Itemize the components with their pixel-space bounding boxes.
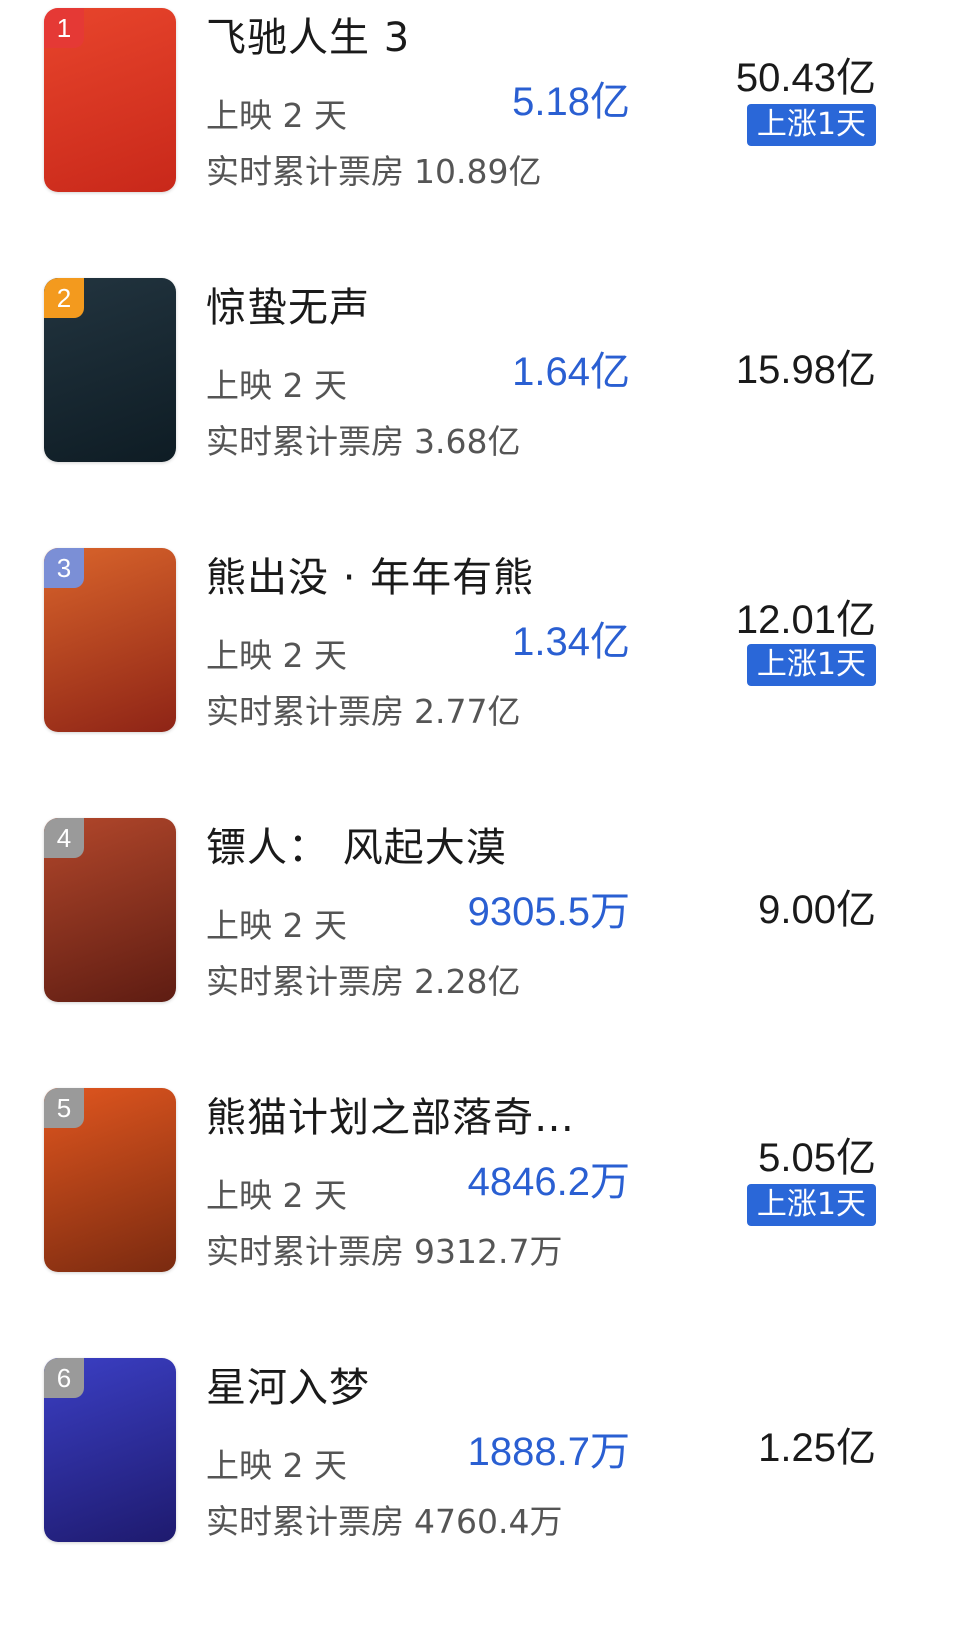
rank-badge: 4: [44, 818, 84, 858]
movie-title[interactable]: 星河入梦: [206, 1364, 370, 1412]
cumulative-label: 实时累计票房: [206, 152, 404, 191]
release-days: 上映 2 天: [206, 1446, 347, 1485]
box-office-ranking-list: 1 飞驰人生 3 上映 2 天实时累计票房 10.89亿 5.18亿 50.43亿 上涨1天…: [0, 0, 960, 1637]
cumulative-box-office: 实时累计票房 4760.4万: [206, 1502, 562, 1542]
cumulative-box-office: 实时累计票房 2.28亿: [206, 962, 520, 1002]
total-box-office: 1.25亿: [758, 1426, 876, 1470]
release-days: 上映 2 天: [206, 636, 347, 675]
cumulative-label: 实时累计票房: [206, 692, 404, 731]
movie-row[interactable]: 3 熊出没 · 年年有熊上映 2 天实时累计票房 2.77亿 1.34亿 12.01亿上…: [0, 540, 960, 740]
cumulative-label: 实时累计票房: [206, 422, 404, 461]
movie-poster[interactable]: 4: [44, 818, 176, 1002]
movie-row[interactable]: 1 飞驰人生 3 上映 2 天实时累计票房 10.89亿 5.18亿 50.43亿 上涨1天: [0, 0, 960, 200]
release-days: 上映 2 天: [206, 1176, 347, 1215]
daily-box-office: 1.64亿: [512, 350, 630, 394]
movie-row[interactable]: 5 熊猫计划之部落奇… 上映 2 天实时累计票房 9312.7万 4846.2万 5.05…: [0, 1080, 960, 1280]
release-days: 上映 2 天: [206, 906, 347, 945]
daily-box-office: 1.34亿: [512, 620, 630, 664]
cumulative-box-office: 实时累计票房 10.89亿: [206, 152, 541, 192]
cumulative-value: 4760.4万: [414, 1502, 563, 1541]
movie-row[interactable]: 6 星河入梦上映 2 天实时累计票房 4760.4万 1888.7万 1.25亿: [0, 1350, 960, 1550]
cumulative-value: 10.89亿: [414, 152, 542, 191]
movie-title[interactable]: 熊出没 · 年年有熊: [206, 554, 534, 602]
cumulative-box-office: 实时累计票房 9312.7万: [206, 1232, 562, 1272]
movie-poster[interactable]: 2: [44, 278, 176, 462]
daily-box-office: 5.18亿: [512, 80, 630, 124]
cumulative-label: 实时累计票房: [206, 962, 404, 1001]
total-box-office: 50.43亿: [735, 56, 876, 100]
movie-row[interactable]: 4 镖人： 风起大漠上映 2 天实时累计票房 2.28亿 9305.5万 9.00亿: [0, 810, 960, 1010]
rank-badge: 6: [44, 1358, 84, 1398]
total-box-office: 9.00亿: [758, 888, 876, 932]
cumulative-box-office: 实时累计票房 3.68亿: [206, 422, 520, 462]
daily-box-office: 9305.5万: [467, 890, 630, 934]
trend-badge: 上涨1天: [746, 104, 876, 146]
rank-badge: 3: [44, 548, 84, 588]
rank-badge: 5: [44, 1088, 84, 1128]
trend-badge: 上涨1天: [746, 1184, 876, 1226]
cumulative-label: 实时累计票房: [206, 1502, 404, 1541]
rank-badge: 2: [44, 278, 84, 318]
movie-poster[interactable]: 6: [44, 1358, 176, 1542]
movie-title[interactable]: 熊猫计划之部落奇…: [206, 1094, 575, 1142]
cumulative-value: 2.77亿: [414, 692, 521, 731]
release-days: 上映 2 天: [206, 366, 347, 405]
movie-poster[interactable]: 5: [44, 1088, 176, 1272]
movie-title[interactable]: 惊蛰无声: [206, 284, 370, 332]
cumulative-value: 3.68亿: [414, 422, 521, 461]
total-box-office: 15.98亿: [735, 348, 876, 392]
cumulative-label: 实时累计票房: [206, 1232, 404, 1271]
release-days: 上映 2 天: [206, 96, 347, 135]
movie-poster[interactable]: 1: [44, 8, 176, 192]
daily-box-office: 1888.7万: [467, 1430, 630, 1474]
movie-title[interactable]: 镖人： 风起大漠: [206, 824, 507, 872]
movie-row[interactable]: 2 惊蛰无声上映 2 天实时累计票房 3.68亿 1.64亿 15.98亿: [0, 270, 960, 470]
daily-box-office: 4846.2万: [467, 1160, 630, 1204]
cumulative-value: 9312.7万: [414, 1232, 563, 1271]
cumulative-box-office: 实时累计票房 2.77亿: [206, 692, 520, 732]
movie-poster[interactable]: 3: [44, 548, 176, 732]
cumulative-value: 2.28亿: [414, 962, 521, 1001]
total-box-office: 5.05亿: [758, 1136, 876, 1180]
total-box-office: 12.01亿: [735, 598, 876, 642]
rank-badge: 1: [44, 8, 84, 48]
trend-badge: 上涨1天: [746, 644, 876, 686]
movie-title[interactable]: 飞驰人生 3: [206, 14, 410, 62]
